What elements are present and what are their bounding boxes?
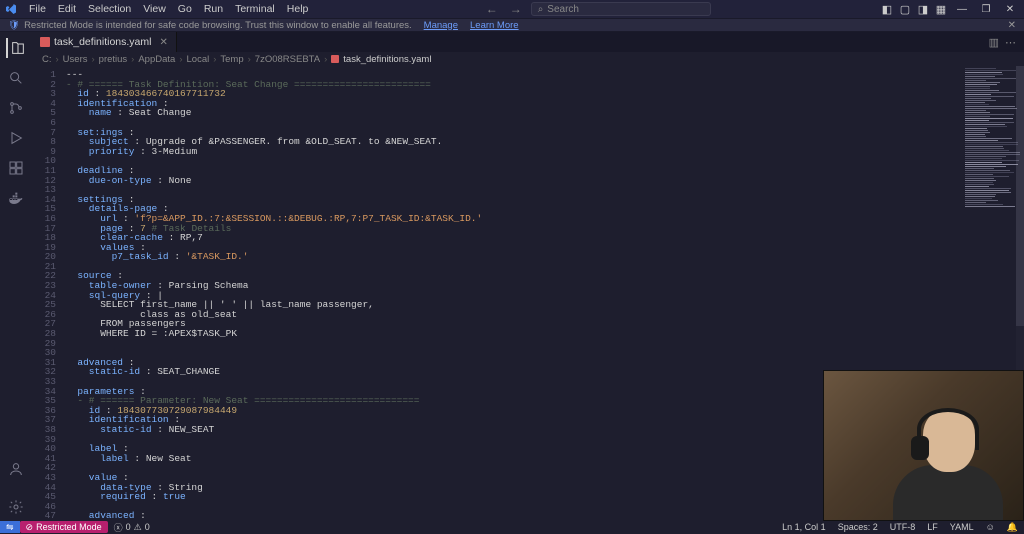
breadcrumb-segment[interactable]: C: [42,54,52,65]
accounts-icon[interactable] [6,459,26,479]
status-bar: ⇋ ⊘ Restricted Mode ⓧ0 ⚠0 Ln 1, Col 1 Sp… [0,521,1024,533]
shield-icon: 🛡 [8,20,20,31]
warning-icon: ⚠ [134,522,142,533]
command-center-search[interactable]: ⌕ Search [531,2,711,16]
feedback-icon[interactable]: ☺ [980,522,1001,533]
manage-link[interactable]: Manage [424,20,458,31]
problems-status[interactable]: ⓧ0 ⚠0 [108,521,156,534]
encoding-status[interactable]: UTF-8 [884,522,922,533]
split-editor-icon[interactable]: ▥ [989,36,999,49]
tab-label: task_definitions.yaml [54,36,151,48]
restricted-text: Restricted Mode is intended for safe cod… [24,20,412,31]
restricted-label: Restricted Mode [36,522,102,532]
menu-file[interactable]: File [24,1,51,17]
nav-forward-icon[interactable]: → [507,2,525,16]
eol-status[interactable]: LF [921,522,944,533]
menu-view[interactable]: View [138,1,171,17]
docker-icon[interactable] [6,188,26,208]
menu-selection[interactable]: Selection [83,1,136,17]
encoding-label: UTF-8 [890,522,916,532]
breadcrumb-segment[interactable]: 7zO08RSEBTA [255,54,320,65]
menu-terminal[interactable]: Terminal [230,1,280,17]
breadcrumb-segment[interactable]: AppData [138,54,175,65]
scrollbar-thumb[interactable] [1016,66,1024,326]
tab-close-icon[interactable]: ✕ [159,37,167,48]
lang-label: YAML [950,522,974,532]
breadcrumb-segment[interactable]: Users [63,54,88,65]
breadcrumb[interactable]: C:›Users›pretius›AppData›Local›Temp›7zO0… [32,52,1024,66]
language-mode[interactable]: YAML [944,522,980,533]
error-count: 0 [126,522,131,532]
webcam-overlay [823,370,1024,521]
layout-sidebar-right-icon[interactable]: ◨ [916,2,930,16]
eol-label: LF [927,522,938,532]
breadcrumb-segment[interactable]: task_definitions.yaml [343,54,431,65]
infobar-close-icon[interactable]: ✕ [1008,20,1016,31]
error-icon: ⓧ [114,521,123,534]
breadcrumb-segment[interactable]: Temp [220,54,243,65]
run-debug-icon[interactable] [6,128,26,148]
layout-sidebar-left-icon[interactable]: ◧ [880,2,894,16]
spaces-label: Spaces: 2 [838,522,878,532]
breadcrumb-segment[interactable]: Local [187,54,210,65]
restricted-mode-bar: 🛡 Restricted Mode is intended for safe c… [0,18,1024,32]
source-control-icon[interactable] [6,98,26,118]
settings-gear-icon[interactable] [6,497,26,517]
layout-panel-icon[interactable]: ▢ [898,2,912,16]
cursor-position[interactable]: Ln 1, Col 1 [776,522,832,533]
search-placeholder: Search [547,4,579,15]
search-view-icon[interactable] [6,68,26,88]
position-label: Ln 1, Col 1 [782,522,826,532]
line-gutter: 1234567891011121314151617181920212223242… [32,66,62,521]
menu-go[interactable]: Go [173,1,197,17]
maximize-button[interactable]: ❐ [976,1,996,17]
minimize-button[interactable]: — [952,1,972,17]
close-window-button[interactable]: ✕ [1000,1,1020,17]
restricted-mode-status[interactable]: ⊘ Restricted Mode [20,521,108,533]
menu-help[interactable]: Help [282,1,314,17]
menu-run[interactable]: Run [199,1,228,17]
tab-bar: task_definitions.yaml ✕ ▥ ⋯ [32,32,1024,52]
tab-task-definitions[interactable]: task_definitions.yaml ✕ [32,32,177,52]
learn-more-link[interactable]: Learn More [470,20,519,31]
search-icon: ⌕ [538,4,544,15]
notifications-icon[interactable]: 🔔 [1001,522,1024,533]
customize-layout-icon[interactable]: ▦ [934,2,948,16]
indentation-status[interactable]: Spaces: 2 [832,522,884,533]
activity-bar [0,32,32,521]
nav-back-icon[interactable]: ← [483,2,501,16]
explorer-icon[interactable] [6,38,26,58]
menu-bar: FileEditSelectionViewGoRunTerminalHelp [24,1,313,17]
warning-count: 0 [145,522,150,532]
remote-icon: ⇋ [6,522,14,533]
yaml-file-icon [40,37,50,47]
titlebar-right: ◧ ▢ ◨ ▦ — ❐ ✕ [880,1,1020,17]
breadcrumb-segment[interactable]: pretius [99,54,128,65]
menu-edit[interactable]: Edit [53,1,81,17]
title-bar: FileEditSelectionViewGoRunTerminalHelp ←… [0,0,1024,18]
remote-indicator[interactable]: ⇋ [0,521,20,533]
editor-more-icon[interactable]: ⋯ [1005,36,1016,49]
vscode-logo-icon [4,2,18,16]
extensions-icon[interactable] [6,158,26,178]
lock-icon: ⊘ [26,522,34,533]
